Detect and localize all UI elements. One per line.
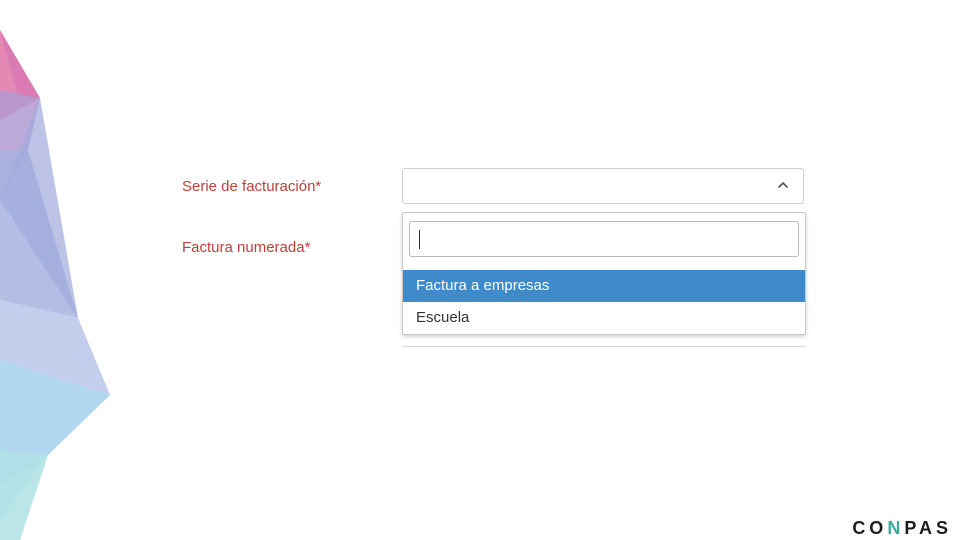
option-factura-a-empresas[interactable]: Factura a empresas	[403, 270, 805, 302]
option-escuela[interactable]: Escuela	[403, 302, 805, 334]
logo-suffix: PAS	[904, 518, 952, 538]
text-cursor	[419, 230, 420, 249]
factura-numerada-field[interactable]	[402, 346, 806, 350]
serie-facturacion-dropdown: Factura a empresas Escuela	[402, 212, 806, 335]
serie-facturacion-select[interactable]	[402, 168, 804, 204]
dropdown-search-input[interactable]	[409, 221, 799, 257]
logo-accent: N	[887, 518, 905, 538]
conpas-logo: CONPAS	[852, 518, 952, 539]
decorative-polygon-art	[0, 30, 110, 540]
logo-prefix: CO	[852, 518, 888, 538]
chevron-up-icon[interactable]	[775, 177, 791, 193]
factura-numerada-label: Factura numerada*	[182, 239, 311, 256]
serie-facturacion-label: Serie de facturación*	[182, 178, 322, 195]
